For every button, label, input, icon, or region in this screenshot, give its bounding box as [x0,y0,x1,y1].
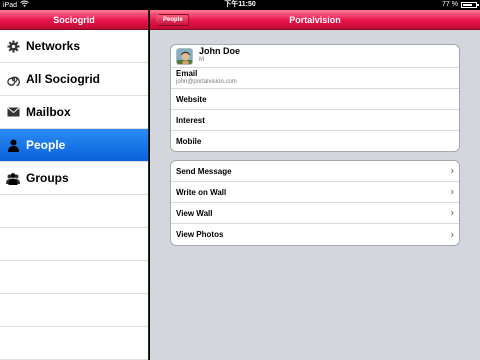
empty-row [0,195,148,228]
profile-gender: M [199,57,204,63]
write-on-wall-row[interactable]: Write on Wall › [171,182,459,203]
menu-item-mailbox[interactable]: Mailbox [0,96,148,129]
mobile-row[interactable]: Mobile [171,131,459,151]
empty-row [0,228,148,261]
view-wall-row[interactable]: View Wall › [171,203,459,224]
menu-item-label: People [26,138,66,152]
email-value: john@portalvision.com [176,79,237,85]
mobile-label: Mobile [176,136,202,146]
profile-group: John Doe M Email john@portalvision.com W… [170,44,460,152]
empty-row [0,294,148,327]
empty-row [0,327,148,360]
menu-item-people[interactable]: People [0,129,148,162]
status-time: 下午11:50 [224,1,256,8]
empty-row [0,261,148,294]
action-label: View Photos [176,230,224,239]
send-message-row[interactable]: Send Message › [171,161,459,182]
status-bar: iPad 下午11:50 77 % [0,0,480,10]
detail-nav-bar: People Portalvision [150,10,480,30]
interest-label: Interest [176,115,205,125]
menu-item-label: Networks [26,39,81,53]
battery-icon [461,2,479,8]
battery-percent: 77 % [442,1,458,8]
menu-item-label: All Sociogrid [26,72,101,86]
detail-panel: People Portalvision John Doe M Email joh… [150,10,480,360]
menu-item-label: Groups [26,171,69,185]
interest-row[interactable]: Interest [171,110,459,131]
profile-name: John Doe [199,46,241,56]
person-icon [6,138,20,152]
chevron-right-icon: › [450,186,454,198]
group-icon [6,171,20,185]
avatar [176,47,193,65]
chevron-right-icon: › [450,229,454,240]
email-row[interactable]: Email john@portalvision.com [171,68,459,89]
battery-fill [463,4,473,6]
spiral-icon [6,72,20,86]
master-panel: Sociogrid Networks All Sociogrid Mailbox… [0,10,149,360]
menu-item-all-sociogrid[interactable]: All Sociogrid [0,63,148,96]
view-photos-row[interactable]: View Photos › [171,224,459,245]
envelope-icon [6,105,20,119]
master-title: Sociogrid [53,14,95,25]
back-button[interactable]: People [154,14,189,26]
chevron-right-icon: › [450,165,454,177]
actions-group: Send Message › Write on Wall › View Wall… [170,160,460,246]
website-label: Website [176,94,207,104]
menu-item-groups[interactable]: Groups [0,162,148,195]
menu-list: Networks All Sociogrid Mailbox People Gr… [0,30,148,360]
action-label: View Wall [176,208,213,218]
profile-header-row: John Doe M [171,45,459,68]
menu-item-networks[interactable]: Networks [0,30,148,63]
master-nav-bar: Sociogrid [0,10,148,30]
menu-item-label: Mailbox [26,105,71,119]
gear-icon [6,39,20,53]
action-label: Write on Wall [176,187,227,197]
email-label: Email [176,69,198,78]
website-row[interactable]: Website [171,89,459,110]
detail-title: Portalvision [289,14,341,25]
action-label: Send Message [176,166,232,176]
chevron-right-icon: › [450,207,454,219]
